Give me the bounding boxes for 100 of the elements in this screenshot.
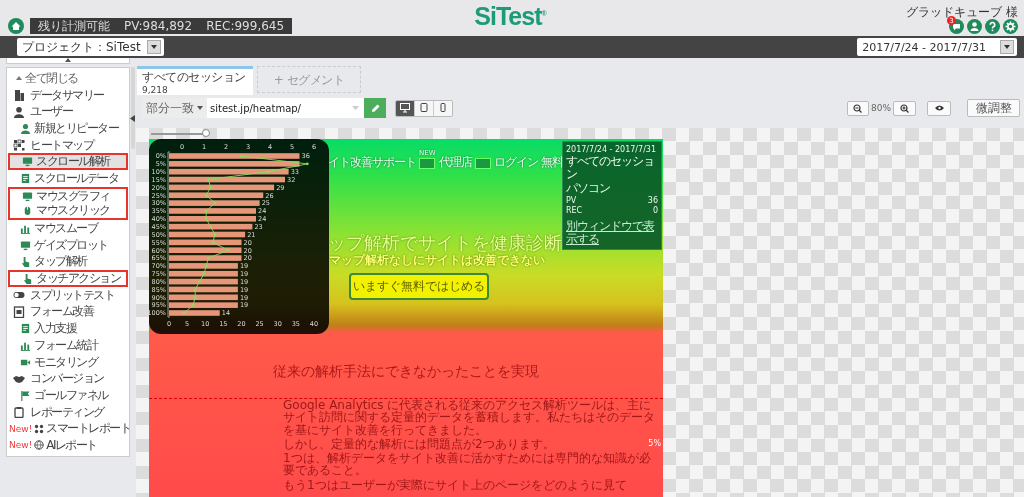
zoom-in-icon: [900, 103, 909, 113]
segment-tab[interactable]: すべてのセッション 9,218: [137, 66, 253, 95]
pointer-icon: [20, 256, 31, 268]
sidebar-item[interactable]: ゴールファネル: [8, 387, 128, 404]
monitor-icon: [22, 156, 33, 168]
scrollbar-thumb[interactable]: [131, 67, 135, 149]
eye-icon: [934, 105, 944, 111]
sidebar-item[interactable]: ヒートマップ: [8, 136, 128, 154]
caret-icon: [1004, 45, 1010, 49]
match-select[interactable]: 部分一致: [142, 98, 207, 118]
collapse-all-button[interactable]: 全て閉じる: [8, 70, 128, 87]
zoom-out-icon: [853, 103, 863, 113]
quota-label: 残り計測可能: [38, 17, 110, 35]
session-count: 9,218: [142, 85, 169, 95]
pencil-icon: [370, 103, 380, 113]
sidebar-item[interactable]: タッチアクション: [8, 270, 128, 287]
fine-tune-button[interactable]: 微調整: [967, 99, 1020, 117]
building-icon: [13, 89, 25, 102]
preview-button[interactable]: [927, 100, 951, 116]
desktop-icon: [400, 103, 410, 113]
stat-label: REC: [566, 206, 583, 215]
up-arrow-icon: [16, 76, 22, 81]
desktop-button[interactable]: [396, 100, 414, 116]
pv-count: PV:984,892: [124, 19, 193, 33]
paragraph: しかし、定量的な解析には問題点が2つあります。: [283, 437, 555, 451]
flag-icon: [20, 389, 31, 401]
slider-thumb[interactable]: [202, 129, 210, 137]
chat-icon[interactable]: [949, 19, 964, 34]
logo: SiTest$^{®}$: [474, 1, 548, 32]
caret-icon: [150, 45, 157, 49]
phone-icon: [438, 103, 448, 113]
monitor-icon: [20, 239, 31, 251]
pointer-icon: [22, 273, 33, 285]
collapse-arrow-icon[interactable]: [130, 115, 135, 122]
phone-button[interactable]: [433, 100, 452, 116]
opacity-slider[interactable]: [151, 129, 209, 138]
sidebar-item[interactable]: スプリットテスト: [8, 286, 128, 304]
sidebar-item[interactable]: マウスクリック: [8, 203, 128, 221]
stat-value: 0: [652, 206, 658, 215]
date-range-select[interactable]: 2017/7/24 - 2017/7/31: [857, 38, 1017, 56]
sidebar-item[interactable]: フォーム統計: [8, 337, 128, 354]
user-name: グラッドキューブ 様: [906, 5, 1018, 19]
tablet-icon: [419, 103, 429, 113]
edit-button[interactable]: [364, 98, 386, 118]
section-title: 従来の解析手法にできなかったことを実現: [273, 362, 539, 380]
document-icon: [20, 323, 31, 335]
person-icon[interactable]: [967, 19, 982, 34]
mouse-icon: [22, 205, 33, 217]
zoom-in-button[interactable]: [893, 100, 916, 116]
sidebar-item[interactable]: ユーザー: [8, 103, 128, 121]
headline: ップ解析でサイトを健康診断: [328, 231, 562, 254]
sidebar-item[interactable]: レポーティング: [8, 403, 128, 421]
help-icon[interactable]: [985, 19, 1000, 34]
sidebar-item[interactable]: New! スマートレポート: [8, 420, 128, 438]
open-window-link[interactable]: 別ウィンドウで表示する: [566, 220, 658, 246]
sidebar-item[interactable]: New! AIレポート: [8, 437, 128, 454]
sidebar-item[interactable]: タップ解析: [8, 253, 128, 271]
url-field[interactable]: sitest.jp/heatmap/: [207, 98, 364, 118]
bar-chart-icon: [20, 223, 31, 235]
sidebar-item[interactable]: コンバージョン: [8, 370, 128, 388]
paragraph: 1つは、解析データをサイト改善に活かすためには専門的な知識が必要であること。: [283, 452, 652, 477]
up-arrow-icon: [65, 58, 71, 62]
tablet-button[interactable]: [414, 100, 433, 116]
paragraph: もう1つはユーザーが実際にサイト上のページをどのように見て: [283, 478, 627, 492]
sidebar-item[interactable]: スクロール解析: [8, 153, 128, 171]
clipboard-icon: [13, 406, 25, 419]
date-range: 2017/7/24 - 2017/7/31: [566, 145, 657, 154]
caret-icon: [197, 106, 203, 110]
dots-icon: [34, 423, 45, 434]
sidebar-item[interactable]: スクロールデータ: [8, 170, 128, 187]
subheadline: マップ解析なしにサイトは改善できない: [329, 253, 545, 267]
new-label: New!: [9, 423, 33, 434]
person-icon: [13, 105, 25, 118]
grid-icon: [13, 139, 25, 152]
document-icon: [20, 172, 31, 184]
sidebar-item[interactable]: フォーム改善: [8, 303, 128, 321]
sidebar-item[interactable]: 新規とリピーター: [8, 120, 128, 137]
chart-bar: [169, 310, 220, 316]
sidebar-item[interactable]: モニタリング: [8, 353, 128, 371]
sidebar-item[interactable]: マウスグラフィ: [8, 186, 128, 204]
fold-percentage: 5%: [648, 439, 661, 448]
sidebar-item[interactable]: マウスムーブ: [8, 220, 128, 237]
form-icon: [13, 305, 25, 318]
project-select[interactable]: プロジェクト：SiTest: [17, 38, 164, 56]
zoom-level: 80%: [871, 103, 891, 113]
globe-icon: [34, 440, 45, 451]
zoom-out-button[interactable]: [847, 100, 869, 116]
device-name: パソコン: [566, 182, 611, 195]
paragraph: Google Analytics に代表される従来のアクセス解析ツールは、主にサイト訪問に関する定量的データを蓄積します。私たちはそのデータを基にサイト改善を行ってきました。: [283, 399, 656, 436]
home-icon[interactable]: [8, 18, 24, 34]
sidebar-item[interactable]: ゲイズプロット: [8, 236, 128, 254]
rec-count: REC:999,645: [206, 19, 285, 33]
stat-value: 36: [647, 196, 658, 205]
person-icon: [20, 122, 31, 134]
sidebar-item[interactable]: 入力支援: [8, 320, 128, 337]
stat-label: PV: [566, 196, 577, 205]
settings-icon[interactable]: [1003, 19, 1018, 34]
monitor-icon: [22, 190, 33, 202]
segment-name: すべてのセッション: [566, 155, 655, 181]
sidebar-item[interactable]: データサマリー: [8, 86, 128, 104]
